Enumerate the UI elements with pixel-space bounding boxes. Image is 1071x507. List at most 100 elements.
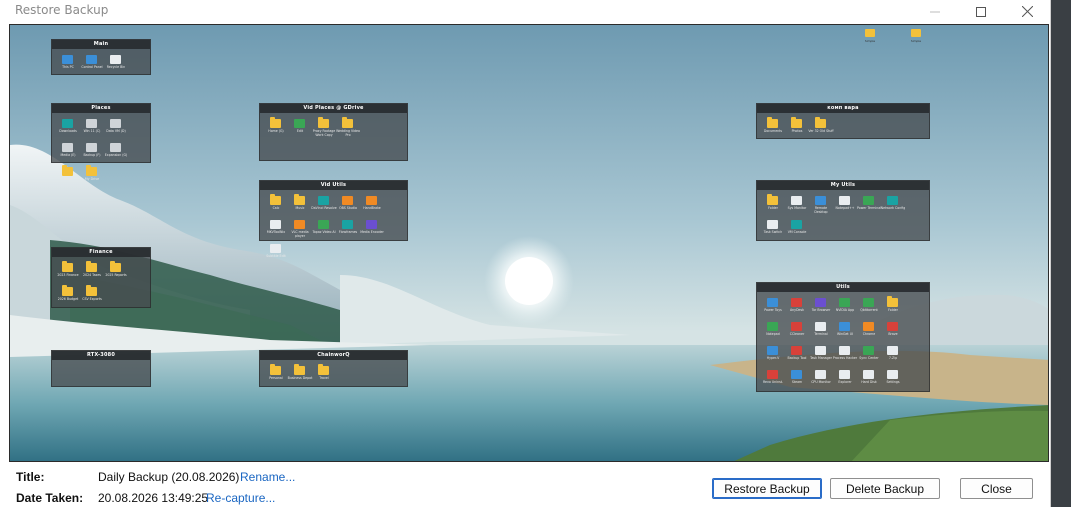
- fence-shortcut[interactable]: CCleaner: [785, 320, 809, 344]
- fence-shortcut[interactable]: Hard Disk: [857, 368, 881, 392]
- fence-shortcut[interactable]: Subtitle Edit: [264, 242, 288, 266]
- fence-shortcut[interactable]: VLC media player: [288, 218, 312, 242]
- fence-shortcut[interactable]: 2025 Reports: [104, 261, 128, 285]
- fence-shortcut[interactable]: DaVinci Resolve: [311, 194, 337, 218]
- fence-group[interactable]: Utils Power Toys AnyDesk Tor Browser NVIDIA …: [756, 282, 930, 392]
- fence-group[interactable]: Vid Utils Calc Music DaVinci Resolve OBS Stu…: [259, 180, 408, 258]
- fence-shortcut[interactable]: Sync Center: [857, 344, 881, 368]
- fence-shortcut[interactable]: Hyper-V: [761, 344, 785, 368]
- fence-shortcut[interactable]: Recycle Bin: [104, 53, 128, 77]
- fence-group[interactable]: My Utils Folder Sys Monitor Remote Desktop N…: [756, 180, 930, 241]
- fence-shortcut[interactable]: Downloads: [56, 117, 80, 141]
- delete-backup-button[interactable]: Delete Backup: [830, 478, 940, 499]
- fence-shortcut[interactable]: Settings: [881, 368, 905, 392]
- fence-shortcut[interactable]: My Drive: [80, 165, 104, 189]
- fence-shortcut[interactable]: Personal: [264, 364, 288, 388]
- restore-backup-button[interactable]: Restore Backup: [712, 478, 822, 499]
- fence-shortcut[interactable]: Task Switch: [761, 218, 785, 242]
- fence-shortcut[interactable]: Win 11 (C): [80, 117, 104, 141]
- fence-shortcut[interactable]: Travel: [312, 364, 336, 388]
- fence-shortcut[interactable]: Documents: [761, 117, 785, 141]
- fence-group[interactable]: RTX-3080: [51, 350, 151, 387]
- fence-shortcut[interactable]: Business Depot: [288, 364, 312, 388]
- fence-shortcut[interactable]: Explorer: [833, 368, 857, 392]
- fence-shortcut[interactable]: Sys Monitor: [785, 194, 809, 218]
- fence-shortcut[interactable]: Steam: [785, 368, 809, 392]
- fence-shortcut[interactable]: Network Config: [881, 194, 905, 218]
- fence-shortcut[interactable]: Control Panel: [80, 53, 104, 77]
- fence-shortcut[interactable]: Ver 32 Old Stuff: [808, 117, 834, 141]
- fence-shortcut[interactable]: NVIDIA App: [833, 296, 857, 320]
- fence-group[interactable]: комп вара Documents Photos Ver 32 Old Stuff: [756, 103, 930, 139]
- close-window-button[interactable]: [1004, 0, 1050, 23]
- fence-title[interactable]: Vid Utils: [260, 181, 407, 190]
- fence-group[interactable]: ChainworQ Personal Business Depot Travel: [259, 350, 408, 387]
- fence-shortcut[interactable]: Task Manager: [809, 344, 833, 368]
- fence-shortcut[interactable]: Calc: [264, 194, 288, 218]
- fence-shortcut[interactable]: Tor Browser: [809, 296, 833, 320]
- fence-title[interactable]: My Utils: [757, 181, 929, 190]
- fence-shortcut[interactable]: 2023 Finance: [56, 261, 80, 285]
- fence-shortcut[interactable]: HandBrake: [360, 194, 384, 218]
- fence-shortcut[interactable]: Folder: [761, 194, 785, 218]
- fence-group[interactable]: Places Downloads Win 11 (C) Data VM (D) Medi…: [51, 103, 151, 181]
- maximize-button[interactable]: [958, 0, 1004, 23]
- fence-shortcut[interactable]: Expansion (G): [104, 141, 128, 165]
- fence-shortcut[interactable]: Media (E): [56, 141, 80, 165]
- fence-title[interactable]: Finance: [52, 248, 150, 257]
- fence-title[interactable]: ChainworQ: [260, 351, 407, 360]
- fence-shortcut[interactable]: Notepad++: [833, 194, 857, 218]
- fence-shortcut[interactable]: This PC: [56, 53, 80, 77]
- fence-shortcut[interactable]: Power Terminal: [857, 194, 881, 218]
- fence-shortcut[interactable]: VM Console: [785, 218, 809, 242]
- fence-group[interactable]: Finance 2023 Finance 2024 Taxes 2025 Report…: [51, 247, 151, 308]
- fence-shortcut[interactable]: MKVToolNix: [264, 218, 288, 242]
- recapture-link[interactable]: Re-capture...: [206, 491, 275, 505]
- fence-shortcut[interactable]: Data VM (D): [104, 117, 128, 141]
- close-button[interactable]: Close: [960, 478, 1033, 499]
- fence-shortcut[interactable]: CPU Monitor: [809, 368, 833, 392]
- fence-shortcut[interactable]: CSV Exports: [80, 285, 104, 309]
- fence-shortcut[interactable]: Power Toys: [761, 296, 785, 320]
- fence-shortcut[interactable]: 2026 Budget: [56, 285, 80, 309]
- fence-shortcut[interactable]: 2024 Taxes: [80, 261, 104, 285]
- fence-shortcut[interactable]: Topaz Video AI: [312, 218, 336, 242]
- fence-group[interactable]: Main This PC Control Panel Recycle Bin: [51, 39, 151, 75]
- fence-title[interactable]: RTX-3080: [52, 351, 150, 360]
- fence-shortcut[interactable]: Music: [288, 194, 312, 218]
- fence-shortcut[interactable]: 7-Zip: [881, 344, 905, 368]
- fence-shortcut[interactable]: Process Hacker: [833, 344, 857, 368]
- fence-title[interactable]: Utils: [757, 283, 929, 292]
- fence-shortcut[interactable]: Home (G): [264, 117, 288, 141]
- fence-shortcut[interactable]: Media Encoder: [360, 218, 384, 242]
- title-bar[interactable]: Restore Backup: [0, 0, 1050, 23]
- fence-shortcut[interactable]: AnyDesk: [785, 296, 809, 320]
- fence-shortcut[interactable]: Remote Desktop: [809, 194, 833, 218]
- fence-shortcut[interactable]: WinGet UI: [833, 320, 857, 344]
- fence-shortcut[interactable]: Terminal: [809, 320, 833, 344]
- fence-title[interactable]: комп вара: [757, 104, 929, 113]
- fence-title[interactable]: Places: [52, 104, 150, 113]
- fence-shortcut[interactable]: Qbittorrent: [857, 296, 881, 320]
- fence-group[interactable]: Vid Places @ GDrive Home (G) Edit Proxy Foo…: [259, 103, 408, 161]
- fence-title[interactable]: Main: [52, 40, 150, 49]
- fence-shortcut[interactable]: Wedding Video Pro: [336, 117, 360, 141]
- desktop-folder-icon[interactable]: Simple: [906, 29, 926, 47]
- fence-shortcut[interactable]: Brave: [881, 320, 905, 344]
- fence-shortcut[interactable]: Backup Tool: [785, 344, 809, 368]
- fence-shortcut[interactable]: Proxy Footage Work Copy: [312, 117, 336, 141]
- fence-shortcut[interactable]: Backup (F): [80, 141, 104, 165]
- fence-shortcut[interactable]: Mega: [56, 165, 80, 189]
- fence-shortcut[interactable]: Flowframes: [336, 218, 360, 242]
- fence-shortcut[interactable]: Edit: [288, 117, 312, 141]
- fence-shortcut[interactable]: Folder: [881, 296, 905, 320]
- fence-shortcut[interactable]: Photos: [785, 117, 809, 141]
- rename-link[interactable]: Rename...: [240, 470, 295, 484]
- fence-shortcut[interactable]: Revo Uninst.: [761, 368, 785, 392]
- minimize-button[interactable]: [912, 0, 958, 23]
- fence-shortcut[interactable]: OBS Studio: [336, 194, 360, 218]
- fence-shortcut[interactable]: Chrome: [857, 320, 881, 344]
- fence-title[interactable]: Vid Places @ GDrive: [260, 104, 407, 113]
- desktop-folder-icon[interactable]: Simple: [860, 29, 880, 47]
- fence-shortcut[interactable]: Notepad: [761, 320, 785, 344]
